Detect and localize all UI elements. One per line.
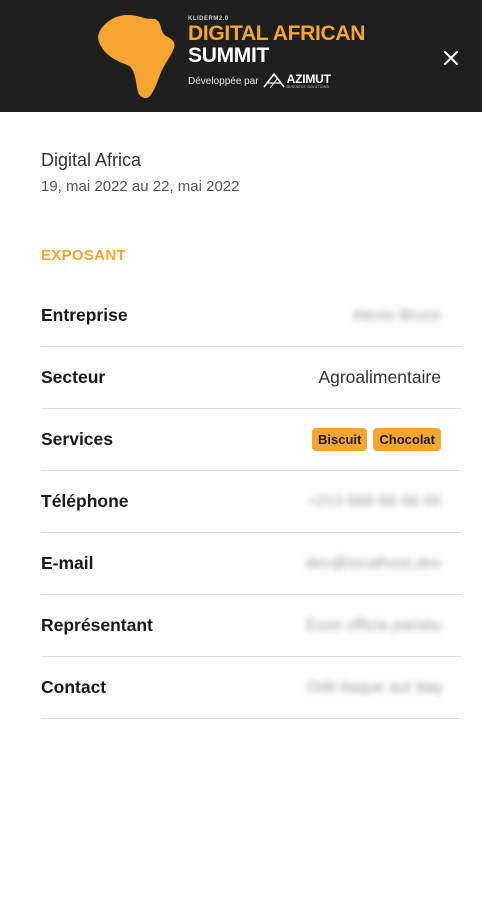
- close-icon: [444, 51, 458, 65]
- close-button[interactable]: [436, 43, 466, 73]
- detail-row-contact: Contact Odit itaque aut itaq: [41, 657, 461, 719]
- services-tags: Biscuit Chocolat: [312, 428, 441, 451]
- partner-subtitle: BUSINESS SOLUTIONS: [286, 85, 330, 89]
- detail-row-entreprise: Entreprise Alexis Bruce: [41, 285, 461, 347]
- app-header: KLIDERM2.0 DIGITAL AFRICAN SUMMIT Dévelo…: [0, 0, 482, 112]
- service-tag: Biscuit: [312, 428, 368, 451]
- africa-logo-icon: [98, 14, 175, 99]
- service-tag: Chocolat: [373, 428, 441, 451]
- section-title-exposant: EXPOSANT: [41, 247, 126, 264]
- logo-title-line1: DIGITAL AFRICAN: [188, 22, 366, 45]
- contact-label: Contact: [41, 677, 107, 697]
- event-name: Digital Africa: [41, 150, 142, 170]
- email-label: E-mail: [41, 553, 94, 573]
- contact-value: Odit itaque aut itaq: [306, 678, 441, 696]
- detail-row-telephone: Téléphone +213 666 66 66 66: [41, 471, 461, 533]
- secteur-value: Agroalimentaire: [318, 367, 441, 387]
- developed-by: Développée par AZIMUT BUSINESS SOLUTIONS: [188, 71, 388, 91]
- detail-row-representant: Représentant Esse officia pariatu: [41, 595, 461, 657]
- event-dates: 19, mai 2022 au 22, mai 2022: [41, 178, 240, 195]
- detail-row-services: Services Biscuit Chocolat: [41, 409, 461, 471]
- summit-logo: KLIDERM2.0 DIGITAL AFRICAN SUMMIT Dévelo…: [188, 16, 388, 91]
- representant-label: Représentant: [41, 615, 153, 635]
- telephone-value[interactable]: +213 666 66 66 66: [307, 493, 441, 511]
- partner-name: AZIMUT: [286, 72, 331, 86]
- azimut-logo-icon: [262, 72, 285, 89]
- services-label: Services: [41, 429, 114, 449]
- developed-by-text: Développée par: [188, 75, 259, 87]
- email-value[interactable]: dev@localhost.dev: [306, 555, 441, 573]
- secteur-label: Secteur: [41, 367, 106, 387]
- detail-row-email: E-mail dev@localhost.dev: [41, 533, 461, 595]
- entreprise-label: Entreprise: [41, 305, 128, 325]
- logo-title-line2: SUMMIT: [188, 44, 270, 67]
- exhibitor-details: Entreprise Alexis Bruce Secteur Agroalim…: [41, 285, 461, 719]
- representant-value: Esse officia pariatu: [306, 616, 441, 634]
- detail-row-secteur: Secteur Agroalimentaire: [41, 347, 461, 409]
- telephone-label: Téléphone: [41, 491, 129, 511]
- entreprise-value: Alexis Bruce: [352, 306, 441, 324]
